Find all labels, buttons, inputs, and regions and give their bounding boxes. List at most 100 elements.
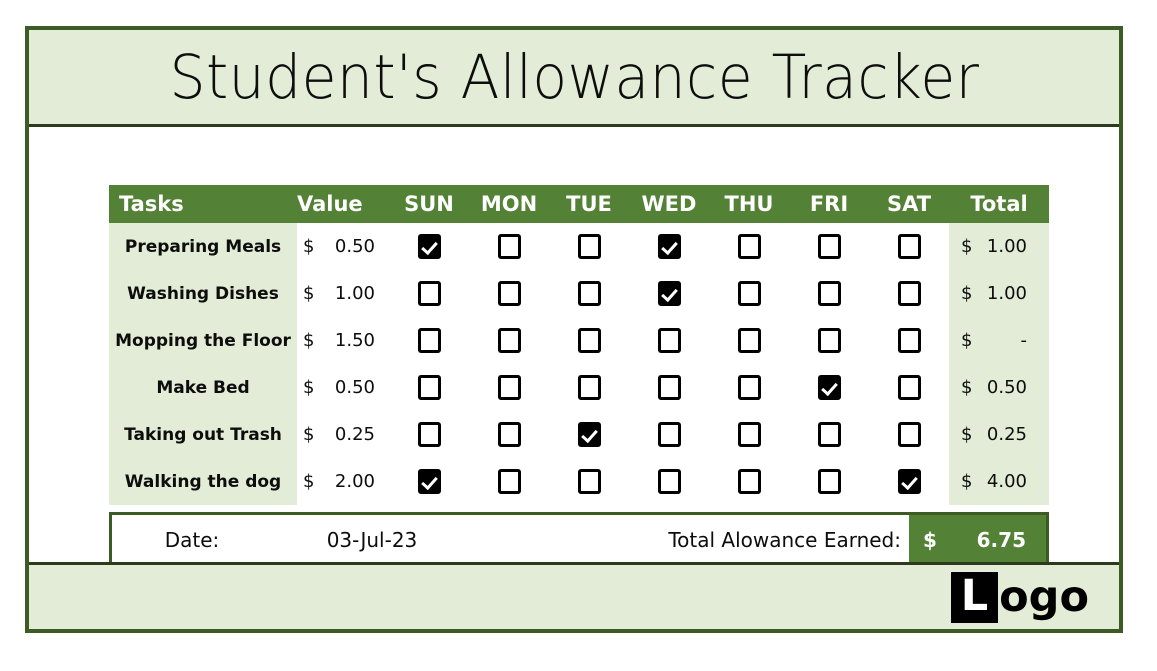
checkbox-unchecked-icon[interactable] (817, 422, 841, 447)
checkbox-unchecked-icon[interactable] (897, 328, 921, 353)
day-checkbox-cell-thu[interactable] (709, 411, 789, 458)
checkbox-unchecked-icon[interactable] (897, 281, 921, 306)
day-checkbox-cell-sun[interactable] (389, 364, 469, 411)
day-checkbox-cell-fri[interactable] (789, 317, 869, 364)
checkbox-unchecked-icon[interactable] (657, 469, 681, 494)
checkbox-unchecked-icon[interactable] (737, 281, 761, 306)
day-checkbox-cell-tue[interactable] (549, 223, 629, 270)
day-checkbox-cell-wed[interactable] (629, 364, 709, 411)
day-checkbox-cell-sat[interactable] (869, 458, 949, 505)
day-checkbox-cell-fri[interactable] (789, 364, 869, 411)
checkbox-unchecked-icon[interactable] (577, 328, 601, 353)
day-checkbox-cell-thu[interactable] (709, 223, 789, 270)
checkbox-unchecked-icon[interactable] (817, 281, 841, 306)
checkbox-unchecked-icon[interactable] (737, 328, 761, 353)
day-checkbox-cell-wed[interactable] (629, 270, 709, 317)
checkbox-unchecked-icon[interactable] (657, 422, 681, 447)
day-checkbox-cell-sun[interactable] (389, 270, 469, 317)
checkbox-checked-icon[interactable] (577, 422, 601, 447)
day-checkbox-cell-sat[interactable] (869, 364, 949, 411)
checkbox-unchecked-icon[interactable] (657, 375, 681, 400)
day-checkbox-cell-thu[interactable] (709, 364, 789, 411)
day-checkbox-cell-fri[interactable] (789, 223, 869, 270)
value-amount: 1.00 (334, 283, 375, 304)
checkbox-unchecked-icon[interactable] (497, 375, 521, 400)
checkbox-unchecked-icon[interactable] (417, 375, 441, 400)
checkbox-checked-icon[interactable] (817, 375, 841, 400)
day-checkbox-cell-tue[interactable] (549, 364, 629, 411)
task-label: Preparing Meals (109, 223, 297, 270)
allowance-table: Tasks Value SUN MON TUE WED THU FRI SAT … (109, 185, 1049, 505)
day-checkbox-cell-tue[interactable] (549, 458, 629, 505)
table-body-area: Tasks Value SUN MON TUE WED THU FRI SAT … (29, 127, 1119, 568)
day-checkbox-cell-sat[interactable] (869, 317, 949, 364)
day-checkbox-cell-sun[interactable] (389, 223, 469, 270)
checkbox-checked-icon[interactable] (657, 234, 681, 259)
checkbox-unchecked-icon[interactable] (497, 234, 521, 259)
day-checkbox-cell-mon[interactable] (469, 270, 549, 317)
checkbox-checked-icon[interactable] (657, 281, 681, 306)
task-label: Washing Dishes (109, 270, 297, 317)
checkbox-unchecked-icon[interactable] (897, 234, 921, 259)
day-checkbox-cell-wed[interactable] (629, 411, 709, 458)
checkbox-unchecked-icon[interactable] (497, 328, 521, 353)
checkbox-unchecked-icon[interactable] (737, 375, 761, 400)
day-checkbox-cell-tue[interactable] (549, 411, 629, 458)
checkbox-unchecked-icon[interactable] (417, 328, 441, 353)
checkbox-checked-icon[interactable] (417, 234, 441, 259)
checkbox-unchecked-icon[interactable] (577, 281, 601, 306)
checkbox-unchecked-icon[interactable] (497, 281, 521, 306)
table-row: Washing Dishes $1.00 $1.00 (109, 270, 1049, 317)
checkbox-unchecked-icon[interactable] (817, 328, 841, 353)
row-total-cell: $1.00 (949, 223, 1049, 270)
row-total-amount: 0.50 (986, 377, 1027, 398)
checkbox-unchecked-icon[interactable] (817, 469, 841, 494)
day-checkbox-cell-wed[interactable] (629, 317, 709, 364)
day-checkbox-cell-sat[interactable] (869, 411, 949, 458)
day-checkbox-cell-tue[interactable] (549, 317, 629, 364)
day-checkbox-cell-thu[interactable] (709, 270, 789, 317)
day-checkbox-cell-mon[interactable] (469, 223, 549, 270)
day-checkbox-cell-mon[interactable] (469, 411, 549, 458)
day-checkbox-cell-fri[interactable] (789, 270, 869, 317)
day-checkbox-cell-thu[interactable] (709, 317, 789, 364)
day-checkbox-cell-tue[interactable] (549, 270, 629, 317)
day-checkbox-cell-mon[interactable] (469, 458, 549, 505)
table-row: Preparing Meals $0.50 $1.00 (109, 223, 1049, 270)
value-currency-symbol: $ (303, 236, 315, 257)
day-checkbox-cell-mon[interactable] (469, 364, 549, 411)
value-currency-symbol: $ (303, 330, 315, 351)
checkbox-checked-icon[interactable] (417, 469, 441, 494)
checkbox-unchecked-icon[interactable] (657, 328, 681, 353)
checkbox-unchecked-icon[interactable] (737, 469, 761, 494)
day-checkbox-cell-fri[interactable] (789, 411, 869, 458)
day-checkbox-cell-sat[interactable] (869, 270, 949, 317)
table-row: Mopping the Floor $1.50 $ - (109, 317, 1049, 364)
checkbox-unchecked-icon[interactable] (897, 422, 921, 447)
day-checkbox-cell-sun[interactable] (389, 458, 469, 505)
checkbox-unchecked-icon[interactable] (417, 422, 441, 447)
task-value-cell: $0.50 (297, 223, 389, 270)
date-value[interactable]: 03-Jul-23 (272, 528, 472, 552)
checkbox-unchecked-icon[interactable] (417, 281, 441, 306)
day-checkbox-cell-fri[interactable] (789, 458, 869, 505)
checkbox-unchecked-icon[interactable] (497, 422, 521, 447)
checkbox-unchecked-icon[interactable] (737, 422, 761, 447)
day-checkbox-cell-wed[interactable] (629, 458, 709, 505)
checkbox-unchecked-icon[interactable] (577, 234, 601, 259)
checkbox-unchecked-icon[interactable] (817, 234, 841, 259)
checkbox-unchecked-icon[interactable] (897, 375, 921, 400)
day-checkbox-cell-sat[interactable] (869, 223, 949, 270)
checkbox-unchecked-icon[interactable] (577, 375, 601, 400)
day-checkbox-cell-thu[interactable] (709, 458, 789, 505)
total-currency-symbol: $ (961, 424, 973, 445)
day-checkbox-cell-sun[interactable] (389, 411, 469, 458)
checkbox-unchecked-icon[interactable] (497, 469, 521, 494)
checkbox-checked-icon[interactable] (897, 469, 921, 494)
checkbox-unchecked-icon[interactable] (577, 469, 601, 494)
header-day-thu: THU (709, 185, 789, 223)
day-checkbox-cell-mon[interactable] (469, 317, 549, 364)
day-checkbox-cell-wed[interactable] (629, 223, 709, 270)
day-checkbox-cell-sun[interactable] (389, 317, 469, 364)
checkbox-unchecked-icon[interactable] (737, 234, 761, 259)
